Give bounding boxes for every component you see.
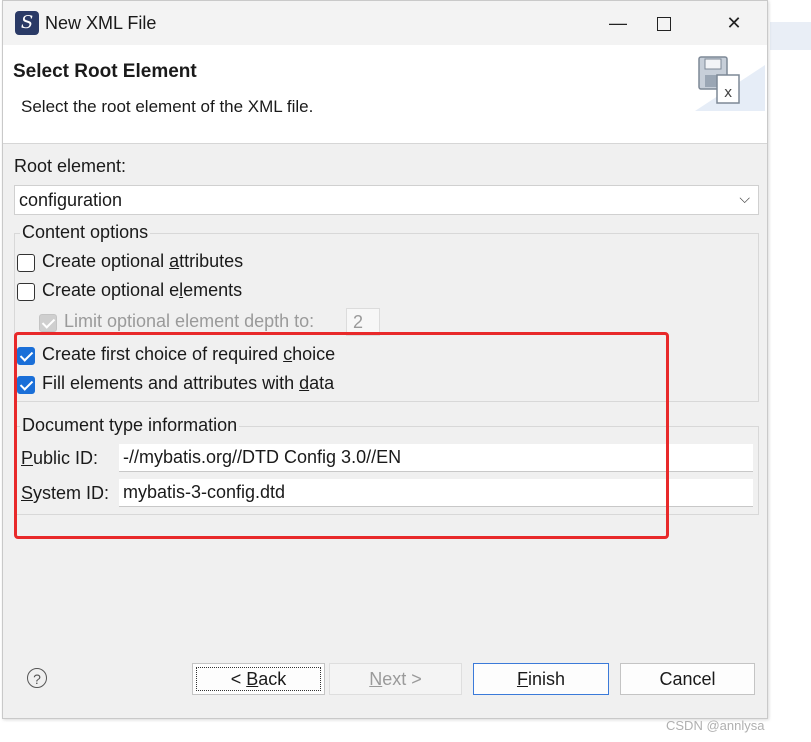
root-element-value: configuration	[19, 190, 123, 210]
checkmark-icon	[39, 314, 57, 332]
page-description: Select the root element of the XML file.	[21, 97, 314, 116]
content-options-title: Content options	[20, 222, 151, 243]
svg-text:x: x	[724, 85, 732, 101]
minimize-button[interactable]: —	[595, 7, 641, 39]
help-icon[interactable]: ?	[27, 668, 47, 688]
app-logo-icon: S	[15, 11, 39, 35]
back-button[interactable]: < Back	[192, 663, 325, 695]
cancel-button[interactable]: Cancel	[620, 663, 755, 695]
xml-wizard-icon: x	[695, 56, 765, 111]
root-element-select[interactable]: configuration ⌵	[14, 185, 759, 215]
minimize-icon: —	[609, 13, 627, 33]
window-title: New XML File	[45, 13, 157, 33]
checkbox-box	[17, 254, 35, 272]
checkbox-box	[17, 283, 35, 301]
checkbox-label: Create optional attributes	[42, 251, 244, 271]
finish-button[interactable]: Finish	[473, 663, 609, 695]
checkbox-label: Create optional elements	[42, 280, 243, 300]
watermark-text: CSDN @annlysa	[666, 718, 765, 733]
background-window-strip	[770, 22, 811, 50]
maximize-icon	[657, 17, 671, 32]
checkbox-label: Limit optional element depth to:	[64, 311, 315, 331]
close-button[interactable]: ✕	[711, 7, 757, 39]
next-button: Next >	[329, 663, 462, 695]
close-icon: ✕	[726, 13, 742, 33]
focus-ring	[196, 667, 321, 691]
new-xml-file-dialog: S New XML File — ✕ Select Root Element S…	[2, 0, 768, 719]
dropdown-arrow-icon: ⌵	[739, 190, 750, 206]
title-bar: S New XML File — ✕	[3, 1, 767, 45]
root-element-label: Root element:	[14, 156, 127, 176]
annotation-highlight-box	[14, 332, 669, 539]
maximize-button[interactable]	[641, 7, 687, 39]
wizard-header: Select Root Element Select the root elem…	[3, 45, 767, 144]
page-title: Select Root Element	[13, 61, 197, 82]
